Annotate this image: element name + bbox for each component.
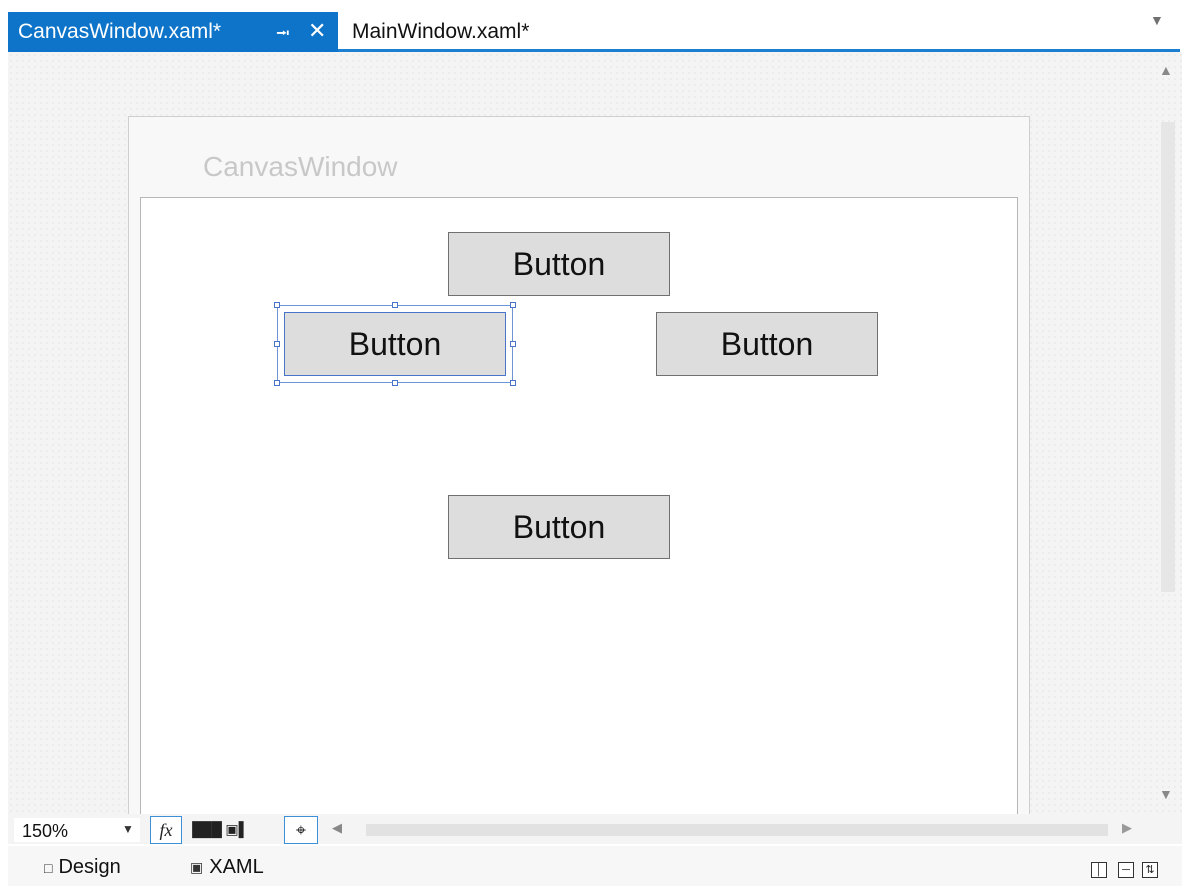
view-switcher: □ Design ▣ XAML │ ─ ⇅: [8, 846, 1182, 886]
scroll-track[interactable]: [366, 824, 1108, 836]
designer-toolbar: 150% ▼ fx ███ ▣▌ ⌖ ◀ ▶: [8, 814, 1182, 844]
chevron-down-icon[interactable]: ▼: [1150, 12, 1164, 28]
canvas-button[interactable]: Button: [656, 312, 878, 376]
scroll-down-icon[interactable]: ▼: [1159, 786, 1173, 802]
scroll-thumb[interactable]: [1161, 122, 1175, 592]
xaml-view-icon: ▣: [190, 859, 204, 875]
xaml-tab[interactable]: ▣ XAML: [190, 856, 264, 879]
zoom-dropdown[interactable]: 150% ▼: [14, 818, 140, 842]
snap-to-gridlines-icon[interactable]: ⌖: [284, 816, 318, 844]
close-icon[interactable]: ✕: [308, 18, 326, 44]
window-title: CanvasWindow: [203, 151, 398, 182]
design-view-icon: □: [44, 859, 53, 876]
xaml-designer: CanvasWindow.xaml* ⭲ ✕ MainWindow.xaml* …: [0, 0, 1182, 895]
selection-outline: [277, 305, 513, 383]
resize-handle[interactable]: [274, 341, 280, 347]
grid-icon[interactable]: ███: [192, 816, 222, 842]
resize-handle[interactable]: [510, 380, 516, 386]
vertical-split-icon[interactable]: │: [1091, 862, 1107, 878]
horizontal-split-icon[interactable]: ─: [1118, 862, 1134, 878]
swap-panes-icon[interactable]: ⇅: [1142, 862, 1158, 878]
design-tab[interactable]: □ Design: [44, 856, 121, 879]
fx-icon[interactable]: fx: [150, 816, 182, 844]
canvas-button[interactable]: Button: [448, 495, 670, 559]
scroll-left-icon[interactable]: ◀: [332, 820, 342, 836]
pin-icon[interactable]: ⭲: [276, 21, 290, 51]
resize-handle[interactable]: [392, 380, 398, 386]
document-tab-strip: CanvasWindow.xaml* ⭲ ✕ MainWindow.xaml*: [8, 12, 1180, 52]
zoom-value: 150%: [22, 821, 69, 841]
tab-label: CanvasWindow.xaml*: [18, 20, 222, 43]
wpf-window-preview[interactable]: CanvasWindow Button Button Button Button: [128, 116, 1030, 814]
artboard-background-icon[interactable]: ▣▌: [224, 816, 250, 842]
tab-canvaswindow[interactable]: CanvasWindow.xaml* ⭲ ✕: [8, 12, 338, 52]
resize-handle[interactable]: [510, 302, 516, 308]
tab-mainwindow[interactable]: MainWindow.xaml*: [346, 12, 606, 49]
scroll-right-icon[interactable]: ▶: [1122, 820, 1132, 836]
resize-handle[interactable]: [274, 380, 280, 386]
canvas[interactable]: Button Button Button Button: [140, 197, 1018, 814]
resize-handle[interactable]: [274, 302, 280, 308]
design-surface[interactable]: CanvasWindow Button Button Button Button…: [8, 52, 1182, 814]
chevron-down-icon[interactable]: ▼: [122, 822, 134, 836]
resize-handle[interactable]: [392, 302, 398, 308]
horizontal-scrollbar[interactable]: ◀ ▶: [326, 816, 1136, 842]
vertical-scrollbar[interactable]: ▲ ▼: [1153, 52, 1182, 814]
xaml-tab-label: XAML: [209, 856, 264, 878]
resize-handle[interactable]: [510, 341, 516, 347]
scroll-up-icon[interactable]: ▲: [1159, 62, 1173, 78]
tab-label: MainWindow.xaml*: [352, 20, 530, 43]
design-tab-label: Design: [58, 856, 121, 878]
canvas-button[interactable]: Button: [448, 232, 670, 296]
